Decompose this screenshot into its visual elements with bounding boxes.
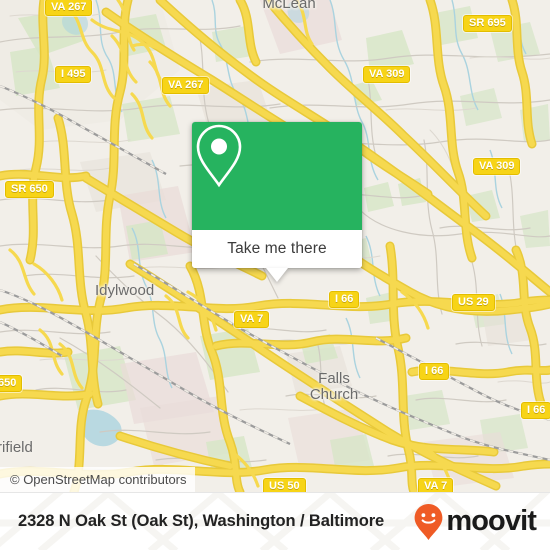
moovit-smiley-pin-icon	[414, 503, 443, 540]
shield-label: US 29	[458, 296, 489, 308]
shield-label: I 66	[335, 293, 354, 305]
shield-label: VA 7	[240, 313, 264, 325]
road-shield-va309-right: VA 309	[473, 158, 521, 175]
popup-card[interactable]: Take me there	[192, 122, 362, 268]
road-shield-us50: US 50	[263, 478, 306, 492]
shield-label: I 495	[61, 68, 86, 80]
road-shield-va267-top: VA 267	[45, 0, 93, 16]
shield-label: I 66	[425, 365, 444, 377]
take-me-there-button[interactable]: Take me there	[192, 230, 362, 268]
popup-pointer-tail	[266, 268, 288, 282]
road-shield-i66-mid: I 66	[329, 291, 360, 308]
shield-label: VA 309	[479, 160, 515, 172]
osm-attribution-text: © OpenStreetMap contributors	[10, 472, 187, 487]
road-shield-us29: US 29	[452, 294, 495, 311]
road-shield-sr695: SR 695	[463, 15, 512, 32]
take-me-there-label: Take me there	[227, 240, 327, 257]
shield-label: SR 695	[469, 17, 506, 29]
road-shield-va309-top: VA 309	[363, 66, 411, 83]
osm-attribution[interactable]: © OpenStreetMap contributors	[0, 467, 195, 492]
road-shield-sr650: SR 650	[5, 181, 54, 198]
footer-bar: 2328 N Oak St (Oak St), Washington / Bal…	[0, 492, 550, 550]
road-shield-va267: VA 267	[162, 77, 210, 94]
shield-label: 650	[0, 377, 17, 389]
moovit-wordmark: moovit	[446, 505, 537, 537]
location-address-text: 2328 N Oak St (Oak St), Washington / Bal…	[18, 512, 385, 530]
shield-label: SR 650	[11, 183, 48, 195]
shield-label: VA 267	[51, 1, 87, 13]
shield-label: I 66	[527, 404, 546, 416]
location-popup[interactable]: Take me there	[192, 122, 362, 282]
road-shield-i66-lower: I 66	[419, 363, 450, 380]
shield-label: US 50	[269, 480, 300, 492]
road-shield-650-left: 650	[0, 375, 23, 392]
road-shield-va7: VA 7	[234, 311, 270, 328]
map-canvas[interactable]: .lu-green{fill:#d6e6c6;} .lu-grey{fill:#…	[0, 0, 550, 492]
road-shield-i66-right: I 66	[521, 402, 550, 419]
road-shield-va7-bottom: VA 7	[418, 478, 454, 492]
map-screenshot: .lu-green{fill:#d6e6c6;} .lu-grey{fill:#…	[0, 0, 550, 550]
shield-label: VA 267	[168, 79, 204, 91]
shield-label: VA 309	[369, 68, 405, 80]
map-pin-icon	[196, 124, 242, 188]
shield-label: VA 7	[424, 480, 448, 492]
moovit-brand[interactable]: moovit	[413, 503, 537, 541]
popup-marker-area	[192, 122, 362, 230]
road-shield-i495: I 495	[55, 66, 92, 83]
location-address: 2328 N Oak St (Oak St), Washington / Bal…	[18, 512, 384, 531]
